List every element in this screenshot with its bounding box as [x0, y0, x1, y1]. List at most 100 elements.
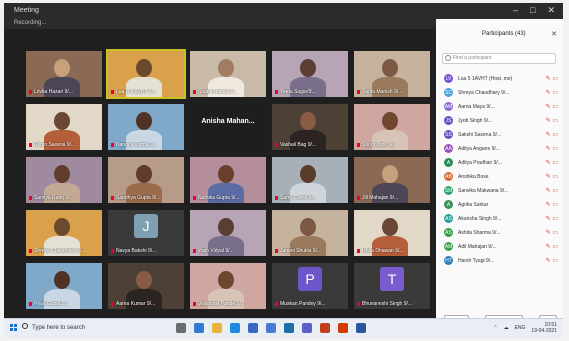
task-view-icon[interactable] — [176, 323, 186, 333]
calendar-icon[interactable] — [284, 323, 294, 333]
video-tile[interactable]: Lovita Hazari 9/... — [26, 51, 102, 97]
video-tile[interactable]: Prisa Gupta 9/... — [26, 263, 102, 309]
participant-name: Ashita Sharma 9/... — [458, 230, 501, 236]
mic-muted-icon[interactable]: ✎ ▭ — [546, 145, 558, 152]
mic-muted-icon[interactable]: ✎ ▭ — [546, 215, 558, 222]
participant-row[interactable]: A Aditya Pradhan 9/... ✎ ▭ — [442, 156, 560, 170]
mic-muted-icon[interactable]: ✎ ▭ — [546, 201, 558, 208]
participant-row[interactable]: SC Shreya Chaudhary 9/... ✎ ▭ — [442, 86, 560, 100]
mic-muted-icon[interactable]: ✎ ▭ — [546, 257, 558, 264]
participant-label: Vashali Bag 9/... — [275, 142, 316, 148]
video-tile[interactable]: Samiya Rafiq 9/... — [26, 157, 102, 203]
video-tile[interactable]: Sandhya Gupta 9/... — [108, 157, 184, 203]
avatar: AS — [444, 228, 453, 237]
taskbar-search-input[interactable]: Type here to search — [22, 323, 172, 333]
video-tile[interactable]: Shanti Hamid 9/... — [190, 51, 266, 97]
mic-muted-icon[interactable]: ✎ ▭ — [546, 243, 558, 250]
mic-muted-icon[interactable]: ✎ ▭ — [546, 131, 558, 138]
participant-name: Akansha Singh 9/... — [458, 216, 502, 222]
participant-row[interactable]: HT Harsh Tyagi 9/... ✎ ▭ — [442, 254, 560, 268]
file-explorer-icon[interactable] — [212, 323, 222, 333]
mic-muted-icon[interactable]: ✎ ▭ — [546, 187, 558, 194]
mic-muted-icon — [357, 248, 360, 253]
video-tile[interactable]: Nandini Varma 9/... — [108, 104, 184, 150]
maximize-button[interactable]: □ — [530, 5, 535, 16]
video-tile[interactable]: Nathika Gupta 9/... — [190, 157, 266, 203]
participant-face — [136, 271, 152, 289]
video-tile[interactable]: Vashali Bag 9/... — [272, 104, 348, 150]
video-tile[interactable]: T Bhuvaneshi Singh 9/... — [354, 263, 430, 309]
participant-row[interactable]: AM Aarna Maya 9/... ✎ ▭ — [442, 100, 560, 114]
mic-muted-icon[interactable]: ✎ ▭ — [546, 229, 558, 236]
mic-muted-icon — [111, 142, 114, 147]
participant-row[interactable]: SS Sakshi Saxena 9/... ✎ ▭ — [442, 128, 560, 142]
recording-label: Recording... — [14, 20, 47, 26]
avatar: SC — [444, 88, 453, 97]
tray-arrows-icon[interactable]: ⌃ — [493, 325, 497, 331]
participants-panel: Participants (43) ✕ Find a participant L… — [436, 19, 563, 337]
participant-label: Shanti Hamid 9/... — [193, 89, 238, 95]
video-tile[interactable]: Jill Mahajan 9/... — [354, 157, 430, 203]
participant-row[interactable]: AS Ashita Sharma 9/... ✎ ▭ — [442, 226, 560, 240]
participant-row[interactable]: AB Anshika Bose ✎ ▭ — [442, 170, 560, 184]
video-tile[interactable]: Janani Shukla 9/... — [272, 210, 348, 256]
video-tile[interactable]: Yash Vidyal 9/... — [190, 210, 266, 256]
avatar: AA — [444, 144, 453, 153]
teams-icon[interactable] — [302, 323, 312, 333]
video-tile[interactable]: Vaishnavi Pande 9/... — [190, 263, 266, 309]
video-tile[interactable]: Shreya Chaudhary 9/... — [26, 210, 102, 256]
store-icon[interactable] — [194, 323, 204, 333]
participant-name: Sanvika Makwana 9/... — [458, 188, 509, 194]
word-icon[interactable] — [266, 323, 276, 333]
mic-muted-icon — [193, 301, 196, 306]
settings-icon[interactable] — [356, 323, 366, 333]
office-icon[interactable] — [338, 323, 348, 333]
close-button[interactable]: ✕ — [547, 5, 555, 16]
video-tile[interactable]: J Navya Bakshi 9/... — [108, 210, 184, 256]
participant-row[interactable]: SM Sanvika Makwana 9/... ✎ ▭ — [442, 184, 560, 198]
participant-label: Yeeta Sugar/9... — [275, 89, 316, 95]
participant-label: Samiya Rafiq 9/... — [29, 195, 73, 201]
network-icon[interactable]: ☁ — [504, 325, 509, 331]
mic-muted-icon[interactable]: ✎ ▭ — [546, 89, 558, 96]
avatar: JS — [444, 116, 453, 125]
participant-row[interactable]: AA Aditya Angane 9/... ✎ ▭ — [442, 142, 560, 156]
participant-row[interactable]: AM Adil Mahajan 9/... ✎ ▭ — [442, 240, 560, 254]
video-tile[interactable]: Sarita Manish 9/... — [354, 51, 430, 97]
video-tile[interactable]: P Muskan Pandey 9/... — [272, 263, 348, 309]
participant-label: Sandhya Gupta 9/... — [111, 195, 160, 201]
language-indicator[interactable]: ENG — [515, 325, 526, 331]
video-tile[interactable]: Aarna Kumar 9/... — [108, 263, 184, 309]
video-tile[interactable]: Ishita Dhawan 9/... — [354, 210, 430, 256]
video-tile[interactable]: Shruti Jyoti 9/... — [354, 104, 430, 150]
edge-icon[interactable] — [230, 323, 240, 333]
mic-muted-icon[interactable]: ✎ ▭ — [546, 173, 558, 180]
participant-search-input[interactable]: Find a participant — [442, 53, 556, 64]
recording-bar: Recording... — [4, 19, 436, 29]
mic-muted-icon — [193, 195, 196, 200]
participant-name: Aditya Pradhan 9/... — [458, 160, 502, 166]
avatar: AM — [444, 102, 453, 111]
minimize-button[interactable]: – — [513, 5, 518, 16]
search-icon — [22, 323, 28, 329]
video-tile-name-only[interactable]: Anisha Mahan... — [190, 104, 266, 150]
participant-row[interactable]: A Agrika Sarkar ✎ ▭ — [442, 198, 560, 212]
clock[interactable]: 10:51 19-04-2021 — [531, 322, 557, 334]
mic-muted-icon[interactable]: ✎ ▭ — [546, 75, 558, 82]
video-tile[interactable]: Yeeta Sugar/9... — [272, 51, 348, 97]
close-icon[interactable]: ✕ — [551, 30, 557, 38]
mic-muted-icon[interactable]: ✎ ▭ — [546, 117, 558, 124]
video-tile[interactable]: Ruhin Saxena 9/... — [26, 104, 102, 150]
video-tile[interactable]: Lua R 5 AVHT 9/... — [106, 49, 186, 99]
participant-row[interactable]: JS Jyoti Singh 9/... ✎ ▭ — [442, 114, 560, 128]
video-tile[interactable]: Samy Cross 9/... — [272, 157, 348, 203]
mic-muted-icon[interactable]: ✎ ▭ — [546, 103, 558, 110]
mic-muted-icon[interactable]: ✎ ▭ — [546, 159, 558, 166]
windows-start-icon[interactable] — [10, 324, 18, 332]
participant-row[interactable]: LV Lua 5 1AVHT (Host, me) ✎ ▭ — [442, 72, 560, 86]
mail-icon[interactable] — [248, 323, 258, 333]
participant-name: Anisha Mahan... — [201, 118, 255, 125]
participant-row[interactable]: AS Akansha Singh 9/... ✎ ▭ — [442, 212, 560, 226]
powerpoint-icon[interactable] — [320, 323, 330, 333]
avatar: T — [380, 267, 404, 291]
